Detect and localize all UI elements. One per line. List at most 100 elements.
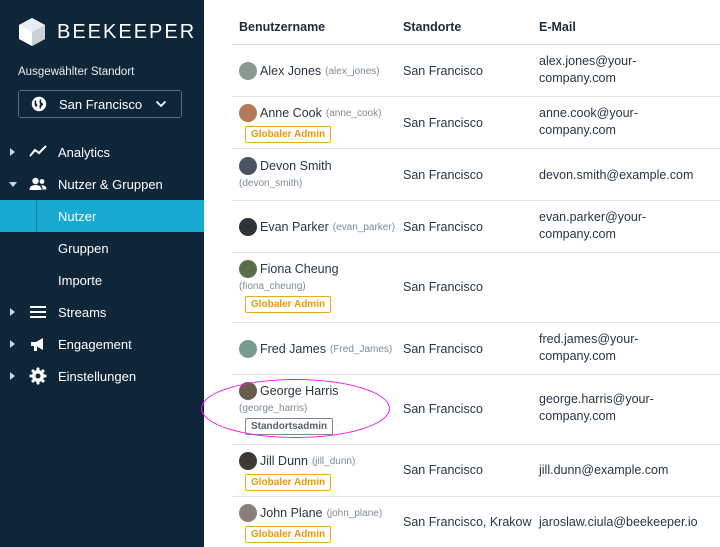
email-line: jill.dunn@example.com [539, 463, 669, 477]
highlight-annotation [201, 379, 390, 438]
avatar [239, 218, 257, 236]
user-cell: Jill Dunn (jill_dunn) Globaler Admin [239, 452, 355, 491]
role-badge-global-admin: Globaler Admin [245, 526, 332, 543]
avatar [239, 104, 257, 122]
table-row[interactable]: Devon Smith (devon_smith) San Francisco … [232, 149, 720, 201]
caret-right-icon [10, 148, 15, 156]
avatar [239, 62, 257, 80]
user-name[interactable]: Fred James [260, 342, 326, 356]
email-line: devon.smith@example.com [539, 168, 694, 182]
location-cell: San Francisco [403, 402, 483, 416]
location-cell: San Francisco [403, 280, 483, 294]
column-header-locations[interactable]: Standorte [403, 20, 461, 34]
email-cell: jill.dunn@example.com [539, 462, 709, 479]
megaphone-icon [31, 338, 43, 351]
location-cell: San Francisco, Krakow [403, 515, 532, 529]
table-row[interactable]: Alex Jones (alex_jones) San Francisco al… [232, 45, 720, 97]
location-label: Ausgewählter Standort [18, 66, 135, 78]
users-icon [29, 177, 47, 190]
user-handle: (Fred_James) [330, 343, 393, 355]
email-line: anne.cook@your- [539, 106, 638, 120]
sidebar: BEEKEEPER Ausgewählter Standort San Fran… [0, 0, 204, 547]
location-cell: San Francisco [403, 463, 483, 477]
user-handle: (devon_smith) [239, 178, 303, 189]
table-row[interactable]: Fred James (Fred_James) San Francisco fr… [232, 323, 720, 375]
menu-lines-icon [30, 306, 46, 318]
email-line: george.harris@your- [539, 392, 654, 406]
user-cell: Evan Parker (evan_parker) [239, 218, 395, 236]
email-cell: anne.cook@your- company.com [539, 105, 709, 139]
nav-label-users: Nutzer [58, 208, 97, 224]
role-badge-global-admin: Globaler Admin [245, 126, 332, 143]
user-handle: (john_plane) [326, 507, 383, 519]
email-line: company.com [539, 71, 616, 85]
avatar [239, 157, 257, 175]
brand-name: BEEKEEPER [57, 20, 197, 43]
avatar [239, 452, 257, 470]
location-cell: San Francisco [403, 168, 483, 182]
user-cell: Fred James (Fred_James) [239, 340, 392, 358]
nav-label-engagement: Engagement [58, 336, 132, 352]
user-name[interactable]: Anne Cook [260, 106, 322, 120]
caret-down-icon [9, 182, 17, 187]
email-cell: jaroslaw.ciula@beekeeper.io [539, 514, 709, 531]
user-name[interactable]: Jill Dunn [260, 454, 308, 468]
nav-item-imports[interactable]: Importe [0, 264, 204, 296]
location-cell: San Francisco [403, 220, 483, 234]
nav-item-users-groups[interactable]: Nutzer & Gruppen [0, 168, 204, 200]
user-cell: Alex Jones (alex_jones) [239, 62, 380, 80]
table-row[interactable]: John Plane (john_plane) Globaler Admin S… [232, 497, 720, 547]
email-cell: evan.parker@your- company.com [539, 209, 709, 243]
email-cell: george.harris@your- company.com [539, 391, 709, 425]
table-row[interactable]: Fiona Cheung (fiona_cheung) Globaler Adm… [232, 253, 720, 323]
table-row[interactable]: Jill Dunn (jill_dunn) Globaler Admin San… [232, 445, 720, 497]
users-table: Benutzername Standorte E-Mail Alex Jones… [204, 0, 720, 547]
chevron-down-icon [155, 100, 167, 108]
nav-item-streams[interactable]: Streams [0, 296, 204, 328]
user-name[interactable]: Devon Smith [260, 159, 332, 173]
user-name[interactable]: John Plane [260, 506, 323, 520]
email-line: company.com [539, 409, 616, 423]
globe-icon [31, 96, 47, 112]
user-name[interactable]: Fiona Cheung [260, 262, 339, 276]
location-cell: San Francisco [403, 342, 483, 356]
column-header-email[interactable]: E-Mail [539, 20, 576, 34]
location-select[interactable]: San Francisco [18, 90, 182, 118]
email-cell: devon.smith@example.com [539, 167, 709, 184]
active-indicator [36, 200, 37, 232]
email-line: company.com [539, 227, 616, 241]
table-row[interactable]: Anne Cook (anne_cook) Globaler Admin San… [232, 97, 720, 149]
role-badge-global-admin: Globaler Admin [245, 474, 332, 491]
location-cell: San Francisco [403, 116, 483, 130]
email-line: jaroslaw.ciula@beekeeper.io [539, 515, 698, 529]
email-line: evan.parker@your- [539, 210, 647, 224]
user-handle: (fiona_cheung) [239, 281, 306, 292]
column-header-username[interactable]: Benutzername [239, 20, 325, 34]
nav-item-groups[interactable]: Gruppen [0, 232, 204, 264]
user-cell: Anne Cook (anne_cook) Globaler Admin [239, 104, 381, 143]
user-name[interactable]: Evan Parker [260, 220, 329, 234]
nav-item-analytics[interactable]: Analytics [0, 136, 204, 168]
nav-item-settings[interactable]: Einstellungen [0, 360, 204, 392]
user-handle: (evan_parker) [332, 221, 396, 233]
user-cell: Devon Smith (devon_smith) [239, 157, 332, 189]
caret-right-icon [10, 340, 15, 348]
nav-item-users[interactable]: Nutzer [0, 200, 204, 232]
caret-right-icon [10, 372, 15, 380]
nav-item-engagement[interactable]: Engagement [0, 328, 204, 360]
role-badge-global-admin: Globaler Admin [245, 296, 332, 313]
email-line: company.com [539, 349, 616, 363]
table-header: Benutzername Standorte E-Mail [232, 0, 720, 45]
user-cell: Fiona Cheung (fiona_cheung) Globaler Adm… [239, 260, 339, 313]
brand-logo[interactable]: BEEKEEPER [18, 17, 196, 47]
user-handle: (alex_jones) [325, 65, 380, 77]
location-value: San Francisco [59, 96, 143, 112]
nav-label-users-groups: Nutzer & Gruppen [58, 176, 163, 192]
email-cell: alex.jones@your- company.com [539, 53, 709, 87]
user-handle: (jill_dunn) [311, 455, 356, 467]
nav-label-settings: Einstellungen [58, 368, 137, 384]
gear-icon [29, 367, 47, 385]
table-row[interactable]: Evan Parker (evan_parker) San Francisco … [232, 201, 720, 253]
user-name[interactable]: Alex Jones [260, 64, 321, 78]
avatar [239, 340, 257, 358]
